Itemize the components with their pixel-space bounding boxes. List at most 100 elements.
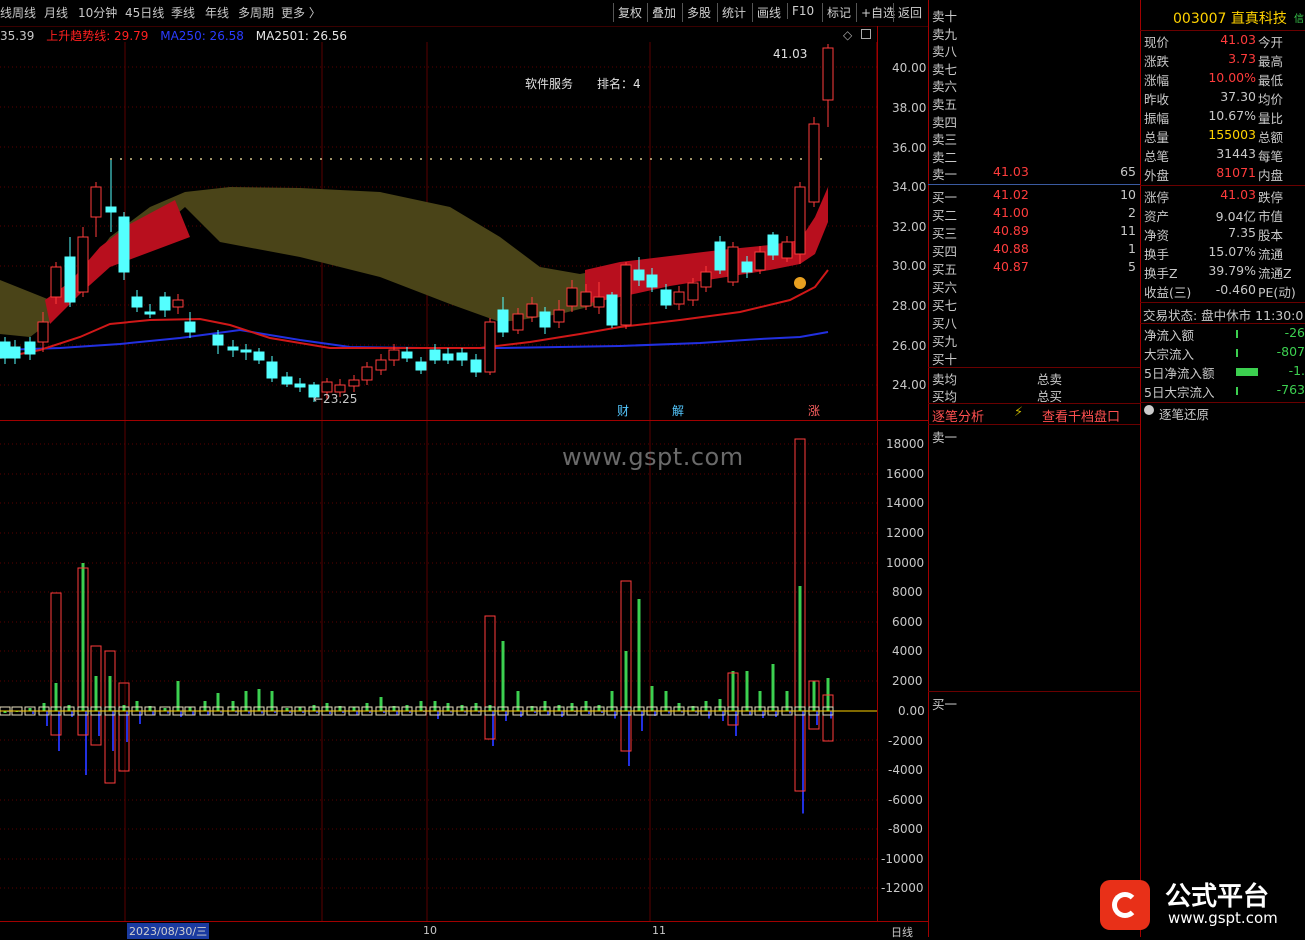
candle-body	[131, 296, 143, 308]
flow-bar-green	[731, 671, 735, 711]
candle-body	[184, 321, 196, 333]
flow-bar-blue	[505, 711, 507, 721]
watermark-text: www.gspt.com	[562, 443, 744, 471]
legend-rising-trend: 上升趋势线: 29.79	[46, 29, 149, 43]
flow-bar-green	[122, 705, 126, 711]
price-tick: 26.00	[892, 339, 927, 353]
trade-state: 交易状态: 盘中休市 11:30:0	[1143, 308, 1304, 323]
finance-marker[interactable]: 财	[617, 404, 629, 418]
price-tick: 38.00	[892, 101, 927, 115]
flow-bar-green	[624, 651, 628, 711]
flow-bar-green	[637, 599, 641, 711]
flow-bar-green	[610, 691, 614, 711]
flow-tick: 18000	[886, 437, 925, 451]
candle-body	[566, 287, 578, 307]
bid-level-label: 买九	[932, 334, 958, 349]
period-tab-season[interactable]: 季线	[171, 4, 195, 21]
unlock-marker[interactable]: 解	[672, 404, 684, 418]
ask-level-volume: 65	[1120, 164, 1136, 180]
quote-label: 涨幅	[1144, 73, 1170, 88]
candle-body	[794, 186, 806, 255]
candle-body	[266, 361, 278, 379]
flow-label: 大宗流入	[1144, 347, 1195, 362]
candle-body	[754, 251, 766, 271]
period-tab-more[interactable]: 更多 〉	[281, 4, 321, 21]
flow-bar-green	[405, 705, 409, 711]
high-label: 41.03	[773, 47, 807, 61]
quote-label-right: 内盘	[1258, 168, 1284, 183]
bid-level-price[interactable]: 41.00	[993, 205, 1029, 220]
restore-rights-button[interactable]: 复权	[613, 3, 646, 22]
back-button[interactable]: 返回	[893, 3, 926, 22]
restore-label[interactable]: 逐笔还原	[1159, 404, 1209, 423]
bid-level-price[interactable]: 41.02	[993, 187, 1029, 202]
state-divider	[1140, 302, 1305, 303]
limit-up-marker[interactable]: 涨	[808, 403, 820, 418]
draw-line-button[interactable]: 画线	[752, 3, 785, 22]
flow-chart[interactable]	[0, 421, 928, 921]
period-tab-multi[interactable]: 多周期	[238, 4, 274, 21]
bid-level-volume: 2	[1128, 205, 1136, 220]
flow-bar-green	[704, 701, 708, 711]
quote-value: 81071	[1216, 165, 1256, 180]
depth-book-tab[interactable]: 查看千档盘口	[1042, 406, 1120, 425]
flow-label: 净流入额	[1144, 328, 1195, 343]
period-tab-45day[interactable]: 45日线	[125, 4, 164, 21]
candle-body	[553, 309, 565, 323]
rank-label: 排名：4	[597, 76, 641, 91]
ask-level-label: 卖七	[932, 61, 958, 77]
flow-bar-green	[94, 676, 98, 711]
quote-label: 现价	[1144, 35, 1170, 50]
candle-body	[714, 241, 726, 271]
price-chart[interactable]: 41.03 ←23.25 软件服务 排名：4 财 解 涨	[0, 42, 928, 420]
maximize-icon[interactable]	[861, 29, 871, 39]
candle-body	[741, 261, 753, 273]
candle-body	[593, 296, 605, 308]
period-tab-month[interactable]: 月线	[44, 4, 68, 21]
candle-body	[50, 266, 62, 298]
flow-bar-blue	[749, 711, 751, 715]
period-tab[interactable]: 线	[0, 4, 12, 21]
candle-body	[660, 289, 672, 306]
bid-level-label: 买八	[932, 316, 958, 331]
bid-level-price[interactable]: 40.88	[993, 241, 1029, 256]
check-icon[interactable]	[1144, 405, 1154, 415]
candle-body	[90, 186, 102, 218]
mark-button[interactable]: 标记	[822, 3, 855, 22]
quote-label-right: 流通Z	[1258, 266, 1292, 281]
quote-value: 39.79%	[1208, 263, 1256, 278]
flow-bar-blue	[628, 711, 630, 766]
candle-body	[442, 353, 454, 361]
period-tab-year[interactable]: 年线	[205, 4, 229, 21]
flow-tick: 10000	[886, 556, 925, 570]
statistics-button[interactable]: 统计	[717, 3, 750, 22]
flow-indicator-bar	[1236, 330, 1238, 338]
ask-level-label: 卖二	[932, 149, 958, 165]
legend-ma2501: MA2501: 26.56	[255, 29, 348, 43]
overlay-button[interactable]: 叠加	[647, 3, 680, 22]
f10-button[interactable]: F10	[787, 3, 818, 19]
diamond-icon[interactable]: ◇	[843, 28, 852, 42]
candle-body	[77, 236, 89, 293]
flow-tick: -10000	[881, 852, 924, 866]
candle-body	[375, 359, 387, 371]
sector-label: 软件服务	[525, 76, 573, 91]
flow-tick: 14000	[886, 496, 925, 510]
period-tab-10min[interactable]: 10分钟	[78, 4, 117, 21]
candle-body	[580, 291, 592, 307]
period-tab-week[interactable]: 周线	[12, 4, 36, 21]
candle-body	[526, 303, 538, 318]
bid-level-price[interactable]: 40.89	[993, 223, 1029, 238]
quote-value: -0.460	[1215, 282, 1256, 297]
quote-label-right: PE(动)	[1258, 285, 1296, 300]
bid-level-volume: 5	[1128, 259, 1136, 274]
multi-stock-button[interactable]: 多股	[682, 3, 715, 22]
flow-bar-green	[543, 701, 547, 711]
flow-bar-blue	[46, 711, 48, 726]
bid-level-price[interactable]: 40.87	[993, 259, 1029, 274]
flow-bar-green	[270, 691, 274, 711]
flow-tick: 2000	[892, 674, 923, 688]
tick-analysis-tab[interactable]: 逐笔分析	[932, 406, 984, 425]
ask-level-price[interactable]: 41.03	[993, 164, 1029, 179]
book-divider	[928, 367, 1140, 368]
